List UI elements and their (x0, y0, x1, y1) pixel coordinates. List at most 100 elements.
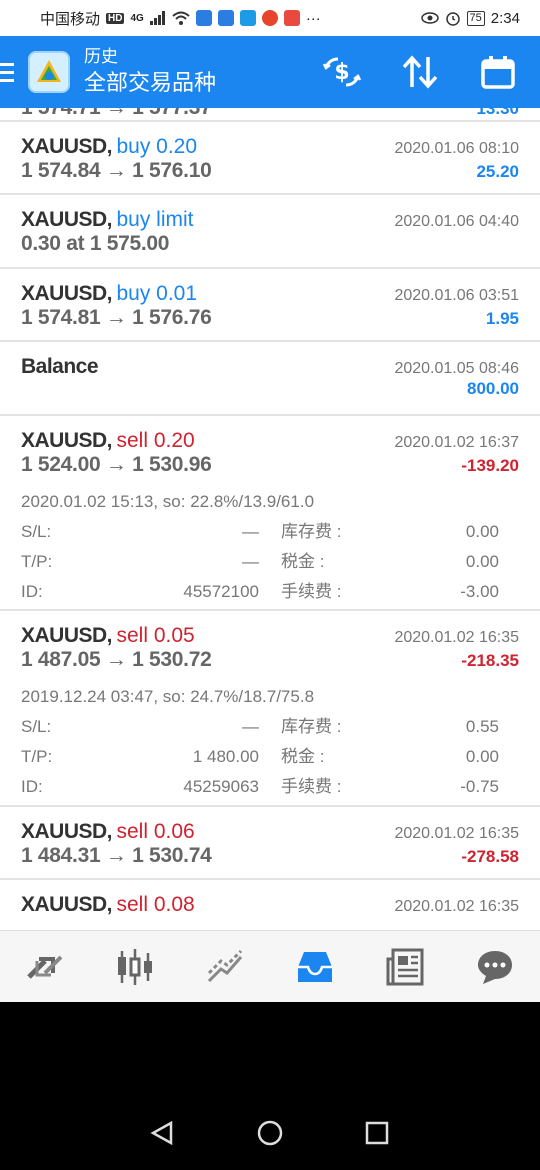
trade-symbol: XAUUSD, (21, 208, 113, 231)
eye-icon (420, 12, 439, 24)
tp-value: 1 480.00 (192, 747, 259, 766)
tp-value: — (242, 552, 259, 571)
carrier-text: 中国移动 (40, 10, 101, 28)
network-type: 4G (130, 12, 144, 24)
more-notifications: ··· (305, 9, 321, 27)
trade-prices: 1 487.05 → 1 530.72 (21, 648, 212, 671)
trade-profit: 13.30 (476, 108, 519, 118)
fee-label: 手续费 : (281, 777, 342, 796)
svg-text:$: $ (334, 60, 349, 85)
trade-profit: 25.20 (476, 162, 519, 181)
trade-prices: 1 484.31 → 1 530.74 (21, 844, 212, 867)
trade-symbol: XAUUSD, (21, 282, 113, 305)
symbol-filter-title[interactable]: 全部交易品种 (84, 68, 320, 98)
home-icon[interactable] (256, 1119, 284, 1152)
trade-action: buy 0.20 (116, 135, 198, 158)
currency-exchange-icon[interactable]: $ (320, 50, 364, 94)
status-right: 75 2:34 (420, 10, 520, 27)
tax-value: 0.00 (465, 552, 499, 571)
id-value: 45259063 (183, 777, 259, 796)
swap-label: 库存费 : (281, 522, 342, 541)
trade-prices: 1 574.84 → 1 576.10 (21, 159, 212, 182)
sl-label: S/L: (21, 717, 52, 736)
trade-action: sell 0.20 (116, 429, 195, 452)
bottom-navigation (0, 930, 540, 1002)
tax-label: 税金 : (281, 747, 325, 766)
list-item[interactable]: XAUUSD, buy 0.20 2020.01.06 08:10 1 574.… (0, 122, 540, 195)
trade-time: 2020.01.06 04:40 (394, 213, 519, 230)
list-item-balance[interactable]: Balance 2020.01.05 08:46 800.00 (0, 342, 540, 416)
trade-action: buy limit (116, 208, 194, 231)
list-item[interactable]: XAUUSD, sell 0.08 2020.01.02 16:35 (0, 880, 540, 930)
list-item-partial[interactable]: 1 574.71 → 1 577.37 13.30 (0, 108, 540, 122)
page-title: 历史 (84, 47, 118, 66)
list-item[interactable]: XAUUSD, buy limit 2020.01.06 04:40 0.30 … (0, 195, 540, 269)
balance-label: Balance (21, 355, 99, 378)
swap-value: 0.00 (465, 522, 499, 541)
app-bar: 历史 全部交易品种 $ (0, 36, 540, 108)
battery-level: 75 (466, 10, 485, 26)
wifi-icon (172, 11, 190, 25)
calendar-icon[interactable] (476, 50, 520, 94)
fee-label: 手续费 : (281, 582, 342, 601)
id-label: ID: (21, 777, 43, 796)
trade-profit: -139.20 (461, 456, 519, 475)
trade-detail-grid: S/L: — 库存费 : 0.00 T/P: — 税金 : 0.00 ID: 4… (21, 517, 519, 607)
history-list[interactable]: 1 574.71 → 1 577.37 13.30 XAUUSD, buy 0.… (0, 108, 540, 930)
trade-time: 2020.01.02 16:35 (394, 825, 519, 842)
sl-value: — (242, 717, 259, 736)
trade-open-detail: 2019.12.24 03:47, so: 24.7%/18.7/75.8 (21, 687, 315, 706)
news-icon[interactable] (383, 945, 427, 989)
trade-prices: 1 524.00 → 1 530.96 (21, 453, 212, 476)
list-item[interactable]: XAUUSD, buy 0.01 2020.01.06 03:51 1 574.… (0, 269, 540, 342)
app-notification-icon (239, 10, 256, 26)
metatrader-logo-icon (28, 51, 70, 93)
tp-label: T/P: (21, 747, 53, 766)
list-item-expanded[interactable]: XAUUSD, sell 0.20 2020.01.02 16:37 1 524… (0, 416, 540, 611)
back-icon[interactable] (150, 1120, 176, 1151)
app-notification-icon (217, 10, 234, 26)
tax-label: 税金 : (281, 552, 325, 571)
trade-time: 2020.01.05 08:46 (394, 360, 519, 377)
sort-icon[interactable] (398, 50, 442, 94)
status-left: 中国移动 HD 4G ··· (40, 8, 321, 29)
trade-prices: 1 574.81 → 1 576.76 (21, 306, 212, 329)
trade-time: 2020.01.06 03:51 (394, 287, 519, 304)
swap-label: 库存费 : (281, 717, 342, 736)
trade-symbol: XAUUSD, (21, 135, 113, 158)
chat-icon[interactable] (473, 945, 517, 989)
trade-action: sell 0.06 (116, 820, 195, 843)
alarm-icon (445, 12, 460, 26)
trade-time: 2020.01.06 08:10 (394, 140, 519, 157)
fee-value: -0.75 (460, 777, 499, 796)
hd-badge: HD (106, 12, 125, 24)
history-icon[interactable] (293, 945, 337, 989)
title-block: 历史 全部交易品种 (84, 46, 320, 98)
signal-icon (149, 11, 165, 25)
tax-value: 0.00 (465, 747, 499, 766)
chart-icon[interactable] (113, 945, 157, 989)
trade-time: 2020.01.02 16:37 (394, 434, 519, 451)
quotes-icon[interactable] (23, 945, 67, 989)
trade-icon[interactable] (203, 945, 247, 989)
trade-prices: 1 574.71 → 1 577.37 (21, 108, 212, 120)
id-value: 45572100 (183, 582, 259, 601)
trade-profit: -278.58 (461, 847, 519, 866)
list-item-expanded[interactable]: XAUUSD, sell 0.05 2020.01.02 16:35 1 487… (0, 611, 540, 807)
trade-symbol: XAUUSD, (21, 893, 113, 916)
tp-label: T/P: (21, 552, 53, 571)
swap-value: 0.55 (465, 717, 499, 736)
sl-value: — (242, 522, 259, 541)
trade-time: 2020.01.02 16:35 (394, 898, 519, 915)
list-item[interactable]: XAUUSD, sell 0.06 2020.01.02 16:35 1 484… (0, 807, 540, 880)
recents-icon[interactable] (364, 1120, 390, 1151)
trade-symbol: XAUUSD, (21, 429, 113, 452)
id-label: ID: (21, 582, 43, 601)
trade-detail-grid: S/L: — 库存费 : 0.55 T/P: 1 480.00 税金 : 0.0… (21, 712, 519, 802)
trade-action: sell 0.05 (116, 624, 195, 647)
trade-profit: -218.35 (461, 651, 519, 670)
weibo-icon (261, 10, 278, 26)
trade-symbol: XAUUSD, (21, 624, 113, 647)
trade-open-detail: 2020.01.02 15:13, so: 22.8%/13.9/61.0 (21, 492, 315, 511)
order-details: 0.30 at 1 575.00 (21, 232, 170, 255)
